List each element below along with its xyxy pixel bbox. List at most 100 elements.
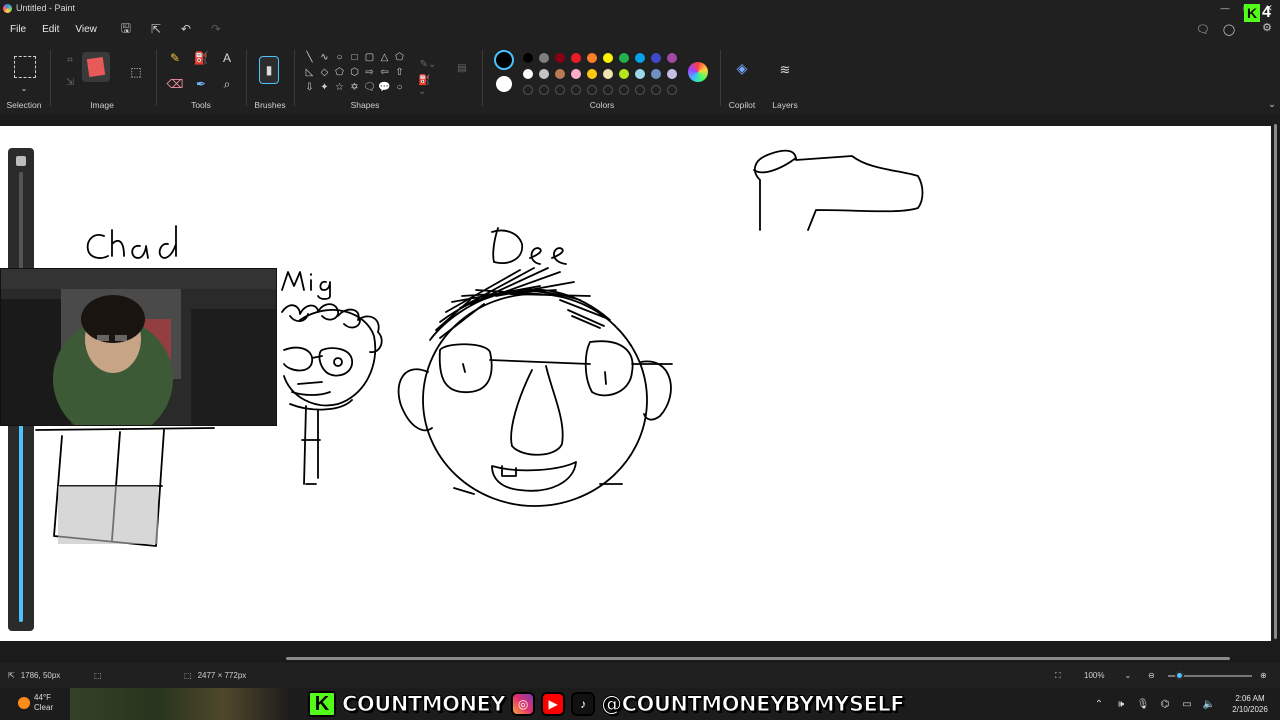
custom-color-slot[interactable] — [555, 85, 565, 95]
vertical-scrollbar[interactable] — [1271, 114, 1280, 657]
horizontal-scrollbar[interactable] — [0, 655, 1280, 663]
oval-shape-icon[interactable]: ○ — [332, 50, 347, 65]
custom-color-slot[interactable] — [619, 85, 629, 95]
custom-color-slot[interactable] — [587, 85, 597, 95]
color-swatch[interactable] — [619, 69, 629, 79]
fit-to-window-icon[interactable]: ⛶ — [1055, 671, 1061, 681]
custom-color-slot[interactable] — [603, 85, 613, 95]
microphone-icon[interactable]: 🎙 — [1132, 699, 1154, 710]
selection-rectangle-icon[interactable] — [14, 56, 36, 78]
rotate-button[interactable] — [82, 52, 110, 82]
left-arrow-shape-icon[interactable]: ⇦ — [377, 65, 392, 80]
pentagon-shape-icon[interactable]: ⬠ — [332, 65, 347, 80]
custom-color-slot[interactable] — [539, 85, 549, 95]
color-swatch[interactable] — [619, 53, 629, 63]
shape-size-icon[interactable]: ▤ — [452, 58, 472, 78]
six-point-star-shape-icon[interactable]: ✡ — [347, 80, 362, 95]
down-arrow-shape-icon[interactable]: ⇩ — [302, 80, 317, 95]
color-swatch[interactable] — [523, 53, 533, 63]
clock[interactable]: 2:06 AM 2/10/2026 — [1220, 693, 1280, 715]
curve-shape-icon[interactable]: ∿ — [317, 50, 332, 65]
edit-colors-icon[interactable] — [688, 62, 708, 82]
zoom-select[interactable]: 100% ⌄ — [1084, 671, 1131, 680]
color-swatch[interactable] — [587, 53, 597, 63]
save-icon[interactable]: 🖫 — [111, 18, 141, 40]
brush-icon[interactable]: ▮ — [259, 56, 279, 84]
color-swatch[interactable] — [539, 69, 549, 79]
color-swatch[interactable] — [555, 69, 565, 79]
color-swatch[interactable] — [651, 53, 661, 63]
color-swatch[interactable] — [603, 69, 613, 79]
custom-color-slot[interactable] — [523, 85, 533, 95]
up-arrow-shape-icon[interactable]: ⇧ — [392, 65, 407, 80]
five-point-star-shape-icon[interactable]: ☆ — [332, 80, 347, 95]
color-swatch[interactable] — [523, 69, 533, 79]
zoom-slider-thumb[interactable] — [1175, 671, 1184, 680]
color-picker-icon[interactable]: ✒ — [191, 74, 211, 94]
pencil-icon[interactable]: ✎ — [165, 48, 185, 68]
resize-icon[interactable]: ⇲ — [60, 72, 80, 92]
custom-color-slot[interactable] — [667, 85, 677, 95]
image-select-icon[interactable]: ⬚ — [126, 62, 146, 82]
color-swatch[interactable] — [539, 53, 549, 63]
chevron-down-icon[interactable]: ⌄ — [14, 78, 34, 98]
cloud-callout-shape-icon[interactable]: ○ — [392, 80, 407, 95]
primary-color-swatch[interactable] — [494, 50, 514, 70]
rectangle-shape-icon[interactable]: □ — [347, 50, 362, 65]
magnifier-icon[interactable]: ⌕ — [217, 74, 237, 94]
profile-icon[interactable]: ◯ — [1218, 18, 1240, 40]
menu-file[interactable]: File — [2, 18, 34, 40]
color-swatch[interactable] — [571, 69, 581, 79]
share-icon[interactable]: ⇱ — [141, 18, 171, 40]
color-swatch[interactable] — [603, 53, 613, 63]
zoom-in-icon[interactable]: ⊕ — [1260, 671, 1267, 680]
menu-edit[interactable]: Edit — [34, 18, 67, 40]
callout-shape-icon[interactable]: 🗨 — [362, 80, 377, 95]
hexagon-shape-icon[interactable]: ⬡ — [347, 65, 362, 80]
four-point-star-shape-icon[interactable]: ✦ — [317, 80, 332, 95]
custom-color-slot[interactable] — [571, 85, 581, 95]
custom-color-slot[interactable] — [635, 85, 645, 95]
triangle-shape-icon[interactable]: △ — [377, 50, 392, 65]
color-swatch[interactable] — [587, 69, 597, 79]
color-swatch[interactable] — [667, 69, 677, 79]
rounded-rectangle-shape-icon[interactable]: ▢ — [362, 50, 377, 65]
diamond-shape-icon[interactable]: ◇ — [317, 65, 332, 80]
volume-icon[interactable]: 🕪 — [1110, 699, 1132, 710]
layers-icon[interactable]: ≋ — [775, 60, 795, 80]
polygon-shape-icon[interactable]: ⬠ — [392, 50, 407, 65]
zoom-out-icon[interactable]: ⊖ — [1148, 671, 1155, 680]
minimize-icon[interactable]: — — [1214, 0, 1236, 16]
network-icon[interactable]: ⌬ — [1154, 699, 1176, 710]
shape-fill-icon[interactable]: ⛽⌄ — [418, 75, 438, 97]
undo-icon[interactable]: ↶ — [171, 18, 201, 40]
color-swatch[interactable] — [635, 53, 645, 63]
color-swatch[interactable] — [651, 69, 661, 79]
eraser-icon[interactable]: ⌫ — [165, 74, 185, 94]
fill-icon[interactable]: ⛽ — [191, 48, 211, 68]
secondary-color-swatch[interactable] — [496, 76, 512, 92]
weather-widget[interactable]: 44°F Clear — [18, 693, 53, 713]
color-swatch[interactable] — [667, 53, 677, 63]
chevron-up-icon[interactable]: ⌃ — [1088, 699, 1110, 710]
color-swatch[interactable] — [635, 69, 645, 79]
feedback-icon[interactable]: 🗨 — [1192, 18, 1214, 40]
color-swatch[interactable] — [571, 53, 581, 63]
copilot-icon[interactable]: ◈ — [732, 58, 752, 78]
custom-color-slot[interactable] — [651, 85, 661, 95]
crop-icon[interactable]: ⌗ — [60, 50, 80, 70]
display-icon[interactable]: ▭ — [1176, 699, 1198, 710]
settings-icon[interactable]: ⚙ — [1262, 21, 1272, 34]
redo-icon[interactable]: ↷ — [201, 18, 231, 40]
right-triangle-shape-icon[interactable]: ◺ — [302, 65, 317, 80]
right-arrow-shape-icon[interactable]: ⇨ — [362, 65, 377, 80]
oval-callout-shape-icon[interactable]: 💬 — [377, 80, 392, 95]
outline-icon[interactable]: ✎⌄ — [418, 54, 438, 74]
menu-view[interactable]: View — [67, 18, 105, 40]
dee-eye-marks-drawing — [462, 363, 607, 385]
color-swatch[interactable] — [555, 53, 565, 63]
line-shape-icon[interactable]: ╲ — [302, 50, 317, 65]
collapse-ribbon-icon[interactable]: ⌄ — [1262, 94, 1280, 114]
speaker-icon[interactable]: 🔈 — [1198, 699, 1220, 710]
text-icon[interactable]: A — [217, 48, 237, 68]
